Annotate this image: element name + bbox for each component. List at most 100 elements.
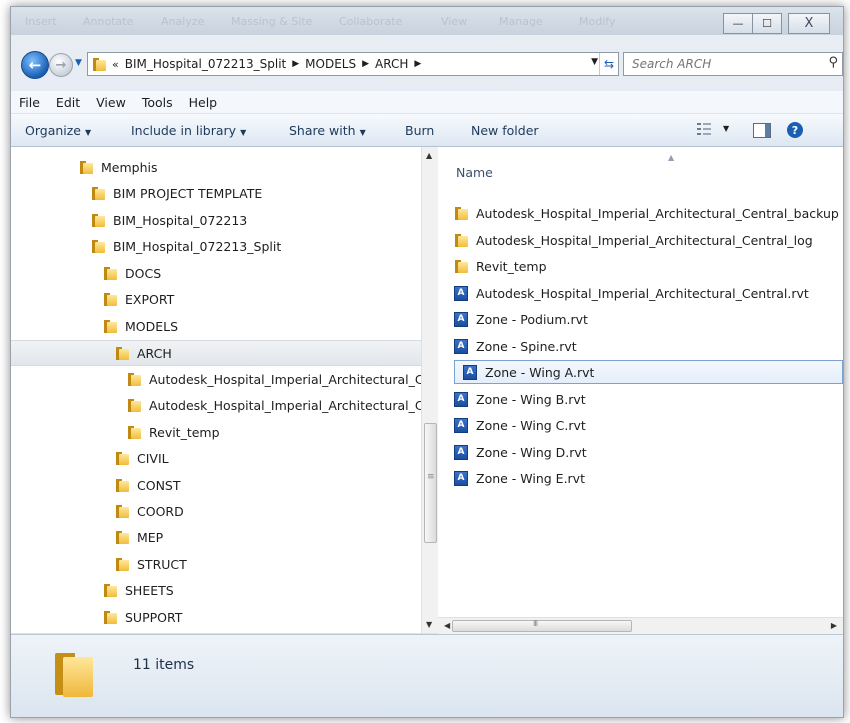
tree-item-support[interactable]: SUPPORT [103,605,182,629]
file-item-central-log[interactable]: Autodesk_Hospital_Imperial_Architectural… [454,228,813,252]
tree-item-mep[interactable]: MEP [115,525,163,549]
recent-pages-dropdown[interactable]: ▼ [75,58,82,68]
tree-item-label: DOCS [125,265,162,281]
file-item-label: Zone - Spine.rvt [476,338,577,354]
new-folder-label: New folder [471,123,539,138]
file-item-zone-wing-b[interactable]: A Zone - Wing B.rvt [454,387,586,411]
folder-icon [115,346,129,360]
tree-item-const[interactable]: CONST [115,473,181,497]
address-dropdown[interactable]: ▼ [591,57,598,67]
file-item-central-rvt[interactable]: A Autodesk_Hospital_Imperial_Architectura… [454,281,809,305]
scrollbar-thumb[interactable] [452,619,632,632]
share-with-button[interactable]: Share with ▼ [289,123,366,138]
sort-ascending-icon: ▲ [668,153,675,162]
folder-large-icon [55,649,93,697]
file-item-label: Zone - Wing B.rvt [476,391,586,407]
tree-item-label: MODELS [125,318,179,334]
scroll-up-arrow-icon[interactable]: ▲ [426,151,432,160]
file-list-pane[interactable]: ▲ Name Autodesk_Hospital_Imperial_Archit… [438,147,843,617]
file-item-zone-wing-e[interactable]: A Zone - Wing E.rvt [454,466,585,490]
file-item-label: Revit_temp [476,258,547,274]
tree-item-bim-hospital-split[interactable]: BIM_Hospital_072213_Split [91,234,281,258]
arrow-left-icon: ← [28,56,42,74]
menu-view[interactable]: View [88,95,134,110]
address-bar[interactable]: « BIM_Hospital_072213_Split ▶ MODELS ▶ A… [87,52,619,76]
tree-item-sheets[interactable]: SHEETS [103,578,174,602]
folder-icon [115,504,129,518]
file-item-label: Autodesk_Hospital_Imperial_Architectural… [476,232,813,248]
view-details-icon[interactable] [697,123,711,135]
burn-button[interactable]: Burn [405,123,434,138]
view-options-dropdown[interactable]: ▼ [723,124,729,133]
tree-item-export[interactable]: EXPORT [103,287,174,311]
scroll-down-arrow-icon[interactable]: ▼ [426,620,432,629]
tree-item-label: Autodesk_Hospital_Imperial_Architectural… [149,371,421,387]
file-item-zone-spine[interactable]: A Zone - Spine.rvt [454,334,577,358]
refresh-button[interactable]: ⇆ [599,53,618,75]
address-bar-row: ← → ▼ « BIM_Hospital_072213_Split ▶ MODE… [21,51,843,79]
file-item-zone-podium[interactable]: A Zone - Podium.rvt [454,307,588,331]
navigation-pane[interactable]: Memphis BIM PROJECT TEMPLATE BIM_Hospita… [11,147,421,633]
breadcrumb-item[interactable]: ARCH [375,57,408,71]
new-folder-button[interactable]: New folder [471,123,539,138]
maximize-button[interactable]: ☐ [753,13,782,34]
folder-icon [115,557,129,571]
details-pane: 11 items [11,634,843,717]
organize-button[interactable]: Organize ▼ [25,123,91,138]
tree-item-models[interactable]: MODELS [103,314,178,338]
chevron-right-icon[interactable]: ▶ [292,59,299,69]
breadcrumb-item[interactable]: MODELS [305,57,356,71]
scroll-right-arrow-icon[interactable]: ▶ [831,621,837,630]
tree-item-struct[interactable]: STRUCT [115,552,187,576]
explorer-window: Insert Annotate Analyze Massing & Site C… [10,6,844,718]
scroll-left-arrow-icon[interactable]: ◀ [444,621,450,630]
tree-item-memphis[interactable]: Memphis [79,155,158,179]
file-item-revit-temp[interactable]: Revit_temp [454,254,547,278]
tree-item-coord[interactable]: COORD [115,499,184,523]
tree-item-central-log[interactable]: Autodesk_Hospital_Imperial_Architectural… [127,393,421,417]
chevron-down-icon: ▼ [240,128,247,137]
tree-item-central-backup[interactable]: Autodesk_Hospital_Imperial_Architectural… [127,367,421,391]
search-box[interactable]: ⚲ [623,52,843,76]
scrollbar-thumb[interactable] [424,423,437,543]
forward-button[interactable]: → [49,53,73,77]
breadcrumb-item[interactable]: BIM_Hospital_072213_Split [125,57,287,71]
column-header-name[interactable]: Name [456,165,493,180]
chevron-right-icon[interactable]: ▶ [414,59,421,69]
menu-edit[interactable]: Edit [48,95,88,110]
tree-item-bim-hospital[interactable]: BIM_Hospital_072213 [91,208,247,232]
minimize-button[interactable]: — [723,13,753,34]
file-item-zone-wing-d[interactable]: A Zone - Wing D.rvt [454,440,587,464]
search-input[interactable] [630,56,814,72]
breadcrumb-overflow[interactable]: « [112,58,119,71]
menu-help[interactable]: Help [181,95,226,110]
preview-pane-icon[interactable] [753,123,771,138]
tree-item-civil[interactable]: CIVIL [115,446,169,470]
chevron-right-icon[interactable]: ▶ [362,59,369,69]
tree-item-label: BIM_Hospital_072213 [113,212,248,228]
include-in-library-button[interactable]: Include in library ▼ [131,123,246,138]
tree-item-docs[interactable]: DOCS [103,261,161,285]
file-item-label: Autodesk_Hospital_Imperial_Architectural… [476,285,809,301]
tree-item-label: Memphis [101,159,158,175]
search-icon[interactable]: ⚲ [828,55,838,70]
share-with-label: Share with [289,123,356,138]
tree-item-label: ARCH [137,345,172,361]
navigation-scrollbar[interactable]: ▲ ▼ [421,147,438,633]
back-button[interactable]: ← [21,51,49,79]
help-icon[interactable]: ? [787,122,803,138]
menu-file[interactable]: File [11,95,48,110]
file-item-zone-wing-a[interactable]: A Zone - Wing A.rvt [454,360,843,384]
file-item-central-backup[interactable]: Autodesk_Hospital_Imperial_Architectural… [454,201,839,225]
tree-item-revit-temp[interactable]: Revit_temp [127,420,220,444]
burn-label: Burn [405,123,435,138]
menu-tools[interactable]: Tools [134,95,181,110]
tree-item-label: EXPORT [125,291,175,307]
tree-item-arch[interactable]: ARCH [11,340,421,366]
chevron-down-icon: ▼ [359,128,366,137]
close-button[interactable]: X [788,13,830,34]
file-list-scrollbar[interactable]: ◀ ▶ [438,617,843,634]
file-item-label: Zone - Wing E.rvt [476,470,585,486]
tree-item-bim-project-template[interactable]: BIM PROJECT TEMPLATE [91,181,262,205]
file-item-zone-wing-c[interactable]: A Zone - Wing C.rvt [454,413,586,437]
